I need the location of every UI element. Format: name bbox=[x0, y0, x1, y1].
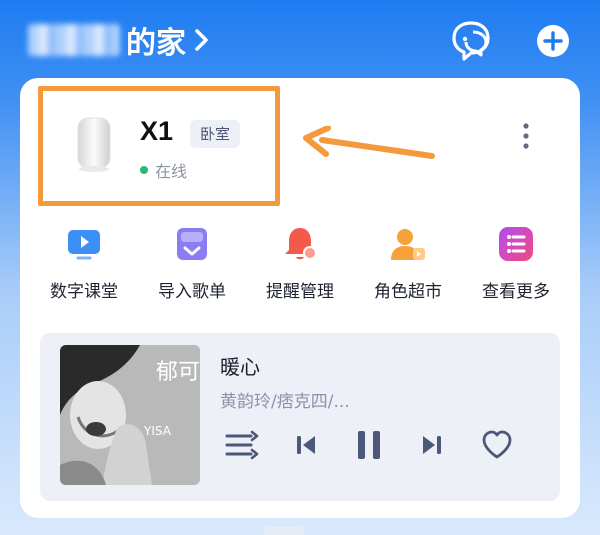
next-card-hint bbox=[264, 526, 304, 535]
playlist-queue-icon[interactable] bbox=[220, 423, 264, 467]
online-dot-icon bbox=[140, 166, 148, 174]
quick-action-label: 数字课堂 bbox=[50, 282, 118, 302]
song-artist: 黄韵玲/痞克四/... bbox=[220, 392, 350, 412]
plus-circle-icon bbox=[537, 25, 569, 57]
chat-bubbles-icon[interactable] bbox=[446, 18, 496, 64]
quick-action-label: 角色超市 bbox=[374, 282, 442, 302]
annotation-arrow-icon bbox=[300, 125, 440, 174]
album-sub-glyph: YISA bbox=[143, 424, 172, 438]
quick-action-label: 查看更多 bbox=[482, 282, 550, 302]
device-status: 在线 bbox=[140, 158, 187, 182]
quick-action-label: 提醒管理 bbox=[266, 282, 334, 302]
reminder-bell-icon bbox=[278, 222, 322, 265]
more-list-icon bbox=[494, 222, 538, 265]
home-switcher[interactable]: 的家 bbox=[28, 18, 210, 62]
music-player-card[interactable]: 郁可唯 YISA 暖心 黄韵玲/痞克四/... bbox=[40, 333, 560, 501]
device-name: X1 bbox=[140, 116, 174, 146]
pause-icon[interactable] bbox=[344, 423, 394, 467]
next-track-icon[interactable] bbox=[412, 423, 452, 467]
more-options-icon[interactable] bbox=[514, 118, 538, 154]
quick-action-classroom[interactable]: 数字课堂 bbox=[30, 222, 138, 302]
song-title: 暖心 bbox=[220, 355, 260, 379]
quick-actions-row: 数字课堂 导入歌单 提醒管理 角色超市 查看更多 bbox=[30, 222, 570, 302]
album-artist-glyph: 郁可唯 bbox=[156, 360, 200, 385]
quick-action-view-more[interactable]: 查看更多 bbox=[462, 222, 570, 302]
heart-favorite-icon[interactable] bbox=[474, 423, 520, 467]
quick-action-role-market[interactable]: 角色超市 bbox=[354, 222, 462, 302]
album-cover[interactable]: 郁可唯 YISA bbox=[60, 345, 200, 485]
app-header: 的家 bbox=[0, 0, 600, 78]
role-market-icon bbox=[386, 222, 430, 265]
home-title-suffix: 的家 bbox=[126, 26, 186, 61]
quick-action-label: 导入歌单 bbox=[158, 282, 226, 302]
chevron-right-icon bbox=[194, 28, 210, 52]
device-card: X1 卧室 在线 数字课堂 导入歌单 提醒管理 角色超市 查看更多 郁可 YIS… bbox=[20, 78, 580, 518]
previous-track-icon[interactable] bbox=[286, 423, 326, 467]
player-controls bbox=[220, 423, 520, 467]
room-badge: 卧室 bbox=[190, 120, 241, 148]
quick-action-import-playlist[interactable]: 导入歌单 bbox=[138, 222, 246, 302]
quick-action-reminders[interactable]: 提醒管理 bbox=[246, 222, 354, 302]
import-playlist-icon bbox=[170, 222, 214, 265]
status-text: 在线 bbox=[155, 162, 188, 181]
add-device-button[interactable] bbox=[530, 18, 576, 64]
blurred-home-owner-name bbox=[28, 24, 120, 56]
classroom-screen-icon bbox=[62, 222, 106, 265]
smart-speaker-icon bbox=[74, 116, 114, 174]
